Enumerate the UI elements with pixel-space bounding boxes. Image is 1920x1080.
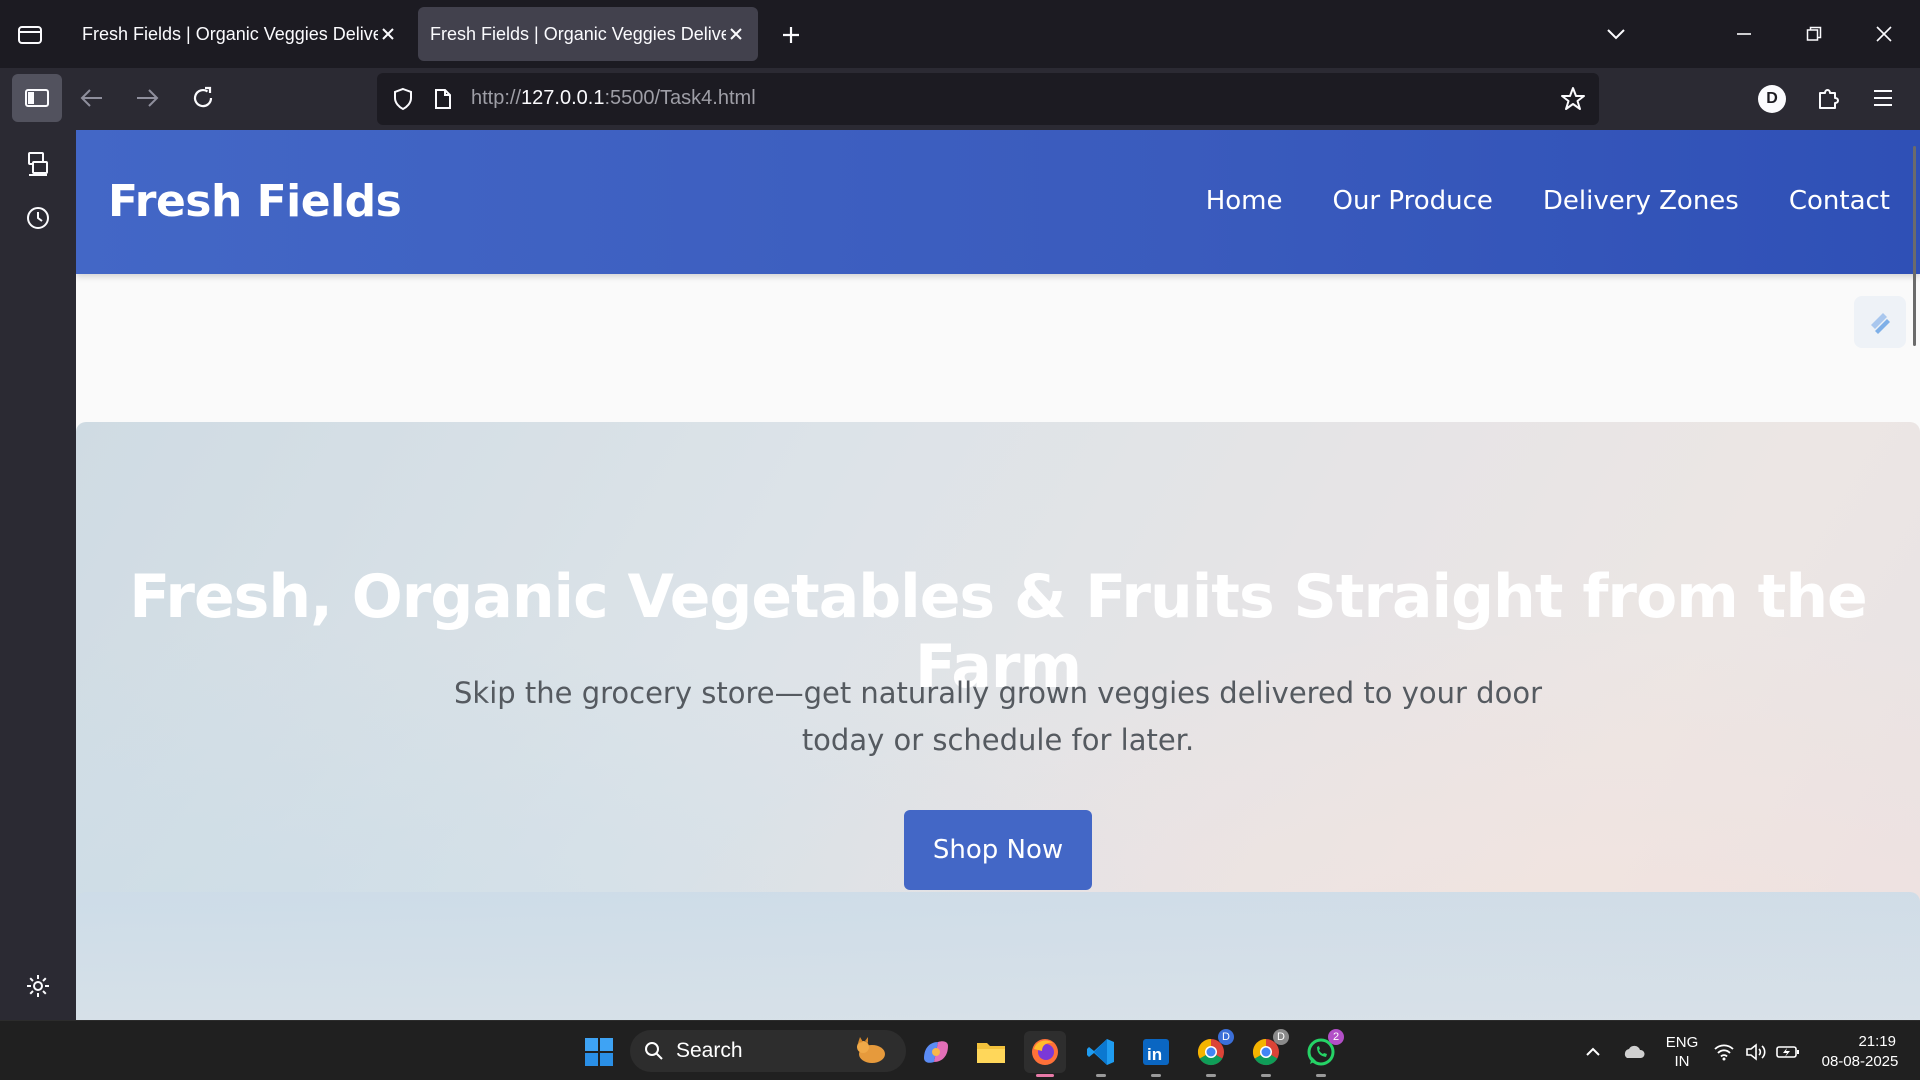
clock-time: 21:19 bbox=[1858, 1033, 1896, 1050]
window-close-icon[interactable] bbox=[1864, 14, 1904, 54]
tab-strip: Fresh Fields | Organic Veggies Delivered… bbox=[0, 0, 1920, 68]
running-indicator bbox=[1151, 1074, 1161, 1077]
running-indicator bbox=[1206, 1074, 1216, 1077]
hero-section: Fresh, Organic Vegetables & Fruits Strai… bbox=[76, 422, 1920, 1020]
url-scheme: http:// bbox=[471, 87, 522, 109]
svg-text:in: in bbox=[1147, 1045, 1162, 1064]
language-indicator[interactable]: ENG IN bbox=[1660, 1033, 1704, 1071]
search-highlight-cat-icon bbox=[854, 1036, 890, 1072]
file-explorer-icon[interactable] bbox=[970, 1031, 1012, 1073]
shop-now-button[interactable]: Shop Now bbox=[904, 810, 1092, 890]
page-info-icon[interactable] bbox=[429, 85, 457, 113]
url-path: :5500/Task4.html bbox=[604, 87, 756, 109]
close-icon[interactable] bbox=[378, 24, 398, 44]
hero-subtitle: Skip the grocery store—get naturally gro… bbox=[454, 676, 1542, 757]
history-clock-icon[interactable] bbox=[20, 200, 56, 236]
running-indicator bbox=[1261, 1074, 1271, 1077]
extensions-puzzle-icon[interactable] bbox=[1808, 78, 1848, 118]
forward-arrow-icon[interactable] bbox=[127, 78, 167, 118]
search-label: Search bbox=[676, 1039, 743, 1062]
nav-link-delivery-zones[interactable]: Delivery Zones bbox=[1543, 186, 1739, 216]
clock-date: 08-08-2025 bbox=[1821, 1053, 1899, 1070]
tab-list-chevron-down-icon[interactable] bbox=[1596, 14, 1636, 54]
hamburger-menu-icon[interactable] bbox=[1863, 78, 1903, 118]
site-header: Fresh Fields Home Our Produce Delivery Z… bbox=[76, 130, 1920, 274]
volume-icon[interactable] bbox=[1738, 1031, 1774, 1073]
chrome-icon[interactable]: D bbox=[1190, 1029, 1234, 1077]
restore-icon[interactable] bbox=[1794, 14, 1834, 54]
taskbar-search[interactable]: Search bbox=[630, 1030, 906, 1072]
battery-icon[interactable] bbox=[1770, 1031, 1806, 1073]
browser-sidebar bbox=[0, 130, 76, 1020]
firefox-view-icon[interactable] bbox=[12, 18, 48, 52]
profile-badge: D bbox=[1273, 1029, 1289, 1045]
sidebar-toggle-icon[interactable] bbox=[12, 74, 62, 122]
bookmark-star-icon[interactable] bbox=[1559, 85, 1587, 113]
windows-taskbar: Search in D D 2 ENG IN 21:19 08-08-2025 bbox=[0, 1020, 1920, 1080]
next-section-card bbox=[76, 892, 1920, 1020]
new-tab-plus-icon[interactable] bbox=[774, 18, 808, 52]
firefox-icon[interactable] bbox=[1024, 1031, 1066, 1077]
windows-start-icon[interactable] bbox=[578, 1031, 620, 1073]
site-logo[interactable]: Fresh Fields bbox=[108, 176, 402, 227]
copilot-icon[interactable] bbox=[915, 1031, 957, 1073]
wifi-icon[interactable] bbox=[1706, 1031, 1742, 1073]
url-text[interactable]: http://127.0.0.1:5500/Task4.html bbox=[471, 87, 756, 110]
site-nav: Home Our Produce Delivery Zones Contact bbox=[1206, 186, 1890, 216]
profile-badge: D bbox=[1218, 1029, 1234, 1045]
nav-link-contact[interactable]: Contact bbox=[1789, 186, 1890, 216]
clock[interactable]: 21:19 08-08-2025 bbox=[1810, 1032, 1910, 1072]
settings-gear-icon[interactable] bbox=[20, 968, 56, 1004]
running-indicator bbox=[1096, 1074, 1106, 1077]
linkedin-icon[interactable]: in bbox=[1135, 1031, 1177, 1077]
minimize-icon[interactable] bbox=[1724, 14, 1764, 54]
active-indicator bbox=[1036, 1074, 1054, 1077]
running-indicator bbox=[1316, 1074, 1326, 1077]
onedrive-cloud-icon[interactable] bbox=[1612, 1031, 1654, 1073]
tray-chevron-up-icon[interactable] bbox=[1572, 1031, 1614, 1073]
url-bar[interactable]: http://127.0.0.1:5500/Task4.html bbox=[377, 73, 1599, 125]
page-viewport: Fresh Fields Home Our Produce Delivery Z… bbox=[76, 130, 1920, 1020]
tracking-shield-icon[interactable] bbox=[389, 85, 417, 113]
language-code: ENG bbox=[1665, 1034, 1699, 1051]
tab-2-active[interactable]: Fresh Fields | Organic Veggies Delivered bbox=[418, 7, 758, 61]
navigation-toolbar: http://127.0.0.1:5500/Task4.html D bbox=[0, 68, 1920, 130]
synced-tabs-icon[interactable] bbox=[20, 146, 56, 182]
reload-icon[interactable] bbox=[183, 78, 223, 118]
url-host: 127.0.0.1 bbox=[521, 87, 605, 109]
nav-link-our-produce[interactable]: Our Produce bbox=[1332, 186, 1492, 216]
page-scrollbar[interactable] bbox=[1913, 146, 1916, 346]
floating-extension-icon[interactable] bbox=[1854, 296, 1906, 348]
account-avatar[interactable]: D bbox=[1758, 85, 1786, 113]
nav-link-home[interactable]: Home bbox=[1206, 186, 1283, 216]
chrome-icon[interactable]: D bbox=[1245, 1029, 1289, 1077]
close-icon[interactable] bbox=[726, 24, 746, 44]
region-code: IN bbox=[1674, 1053, 1690, 1070]
whatsapp-icon[interactable]: 2 bbox=[1300, 1029, 1344, 1077]
tab-1[interactable]: Fresh Fields | Organic Veggies Delivered bbox=[70, 7, 410, 61]
back-arrow-icon[interactable] bbox=[72, 78, 112, 118]
notification-badge: 2 bbox=[1328, 1029, 1344, 1045]
tab-title: Fresh Fields | Organic Veggies Delivered bbox=[82, 23, 378, 44]
vscode-icon[interactable] bbox=[1080, 1031, 1122, 1077]
tab-title: Fresh Fields | Organic Veggies Delivered bbox=[430, 23, 726, 44]
search-icon bbox=[645, 1042, 663, 1060]
